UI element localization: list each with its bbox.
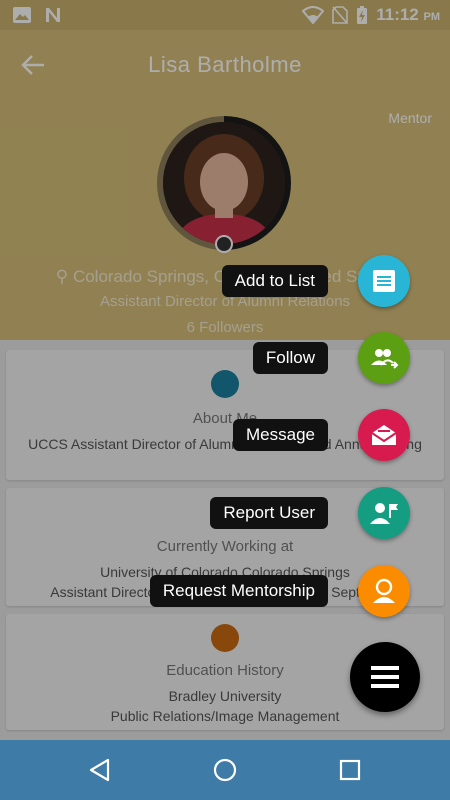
report-flag-icon: [370, 503, 398, 524]
fab-report-user-label[interactable]: Report User: [210, 497, 328, 529]
nav-recents-icon: [339, 759, 361, 781]
follow-button[interactable]: [358, 332, 410, 384]
hamburger-menu-icon: [371, 666, 399, 688]
message-button[interactable]: [358, 409, 410, 461]
fab-message-label[interactable]: Message: [233, 419, 328, 451]
nav-recents-button[interactable]: [336, 756, 364, 784]
list-icon: [373, 270, 395, 292]
fab-follow-label[interactable]: Follow: [252, 342, 328, 374]
nav-home-icon: [213, 758, 237, 782]
system-navigation-bar: [0, 740, 450, 800]
nav-back-icon: [89, 758, 110, 782]
main-fab-menu-button[interactable]: [350, 642, 420, 712]
request-mentorship-button[interactable]: [358, 565, 410, 617]
fab-add-to-list-label[interactable]: Add to List: [221, 265, 328, 297]
person-icon: [373, 578, 395, 603]
report-user-button[interactable]: [358, 487, 410, 539]
nav-back-button[interactable]: [86, 756, 114, 784]
mail-icon: [371, 425, 397, 445]
add-to-list-button[interactable]: [358, 255, 410, 307]
group-follow-icon: [371, 349, 399, 369]
fab-request-mentorship-label[interactable]: Request Mentorship: [149, 575, 328, 607]
nav-home-button[interactable]: [211, 756, 239, 784]
